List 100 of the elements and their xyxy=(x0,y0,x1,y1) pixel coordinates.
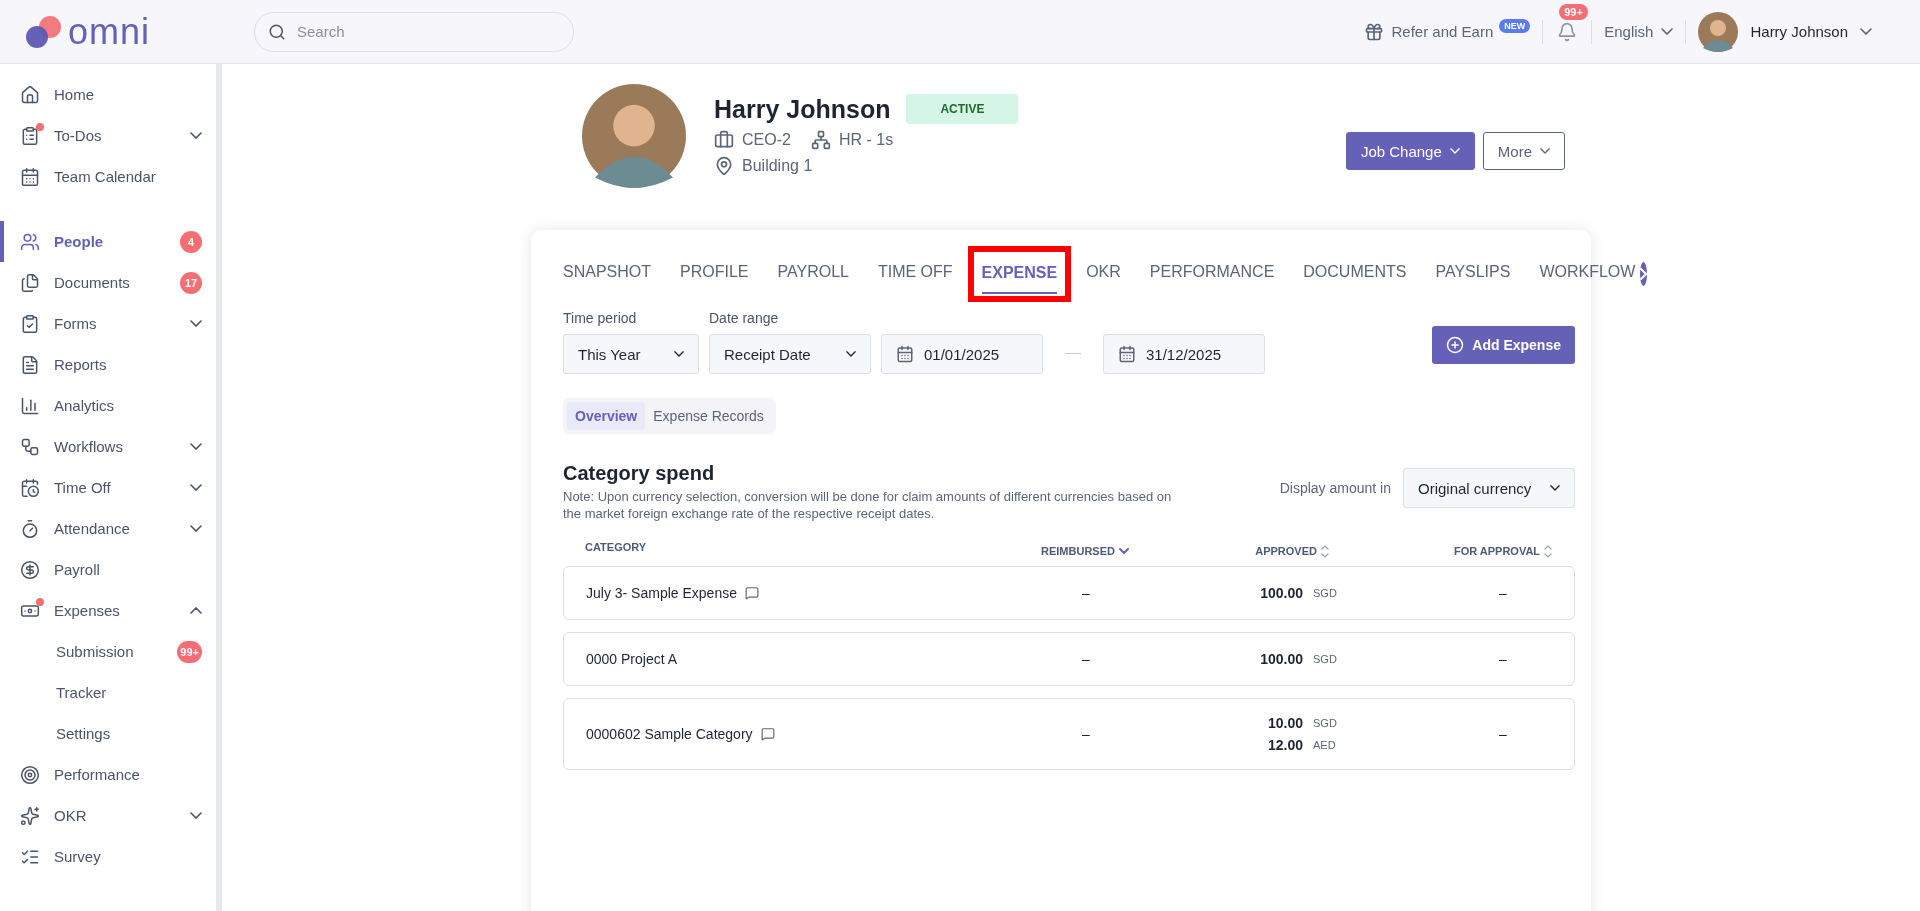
tab[interactable]: PAYSLIPS xyxy=(1435,255,1511,293)
search-icon xyxy=(268,22,286,41)
sidebar-item[interactable]: Reports xyxy=(0,344,216,385)
count-badge: 99+ xyxy=(1559,3,1588,20)
for-approval-value: – xyxy=(1498,584,1508,601)
sidebar-item[interactable]: Forms xyxy=(0,303,216,344)
chevron-icon xyxy=(1550,485,1560,491)
reimbursed-value: – xyxy=(1081,650,1091,667)
reimbursed-value: – xyxy=(1081,584,1091,601)
currency: AED xyxy=(1313,738,1337,751)
tab[interactable]: DOCUMENTS xyxy=(1303,255,1407,293)
currency: SGD xyxy=(1313,586,1338,599)
field-label: Date range xyxy=(709,310,780,326)
tab[interactable]: PROFILE xyxy=(680,255,749,293)
currency-select[interactable]: Original currency xyxy=(1403,468,1575,508)
currency: SGD xyxy=(1313,716,1338,729)
date-field[interactable]: 31/12/2025 xyxy=(1103,334,1265,374)
search-field[interactable]: Search xyxy=(254,11,574,52)
sparkle-icon xyxy=(20,805,40,826)
location-pin-icon xyxy=(714,156,734,176)
view-tab[interactable]: Overview xyxy=(567,402,646,430)
tab[interactable]: WORKFLOW xyxy=(1539,255,1636,293)
plus-circle-icon xyxy=(1446,336,1465,354)
sidebar-item[interactable]: People 4 xyxy=(0,221,216,262)
sidebar-item[interactable]: Documents 17 xyxy=(0,262,216,303)
sidebar-item[interactable]: To-Dos xyxy=(0,115,216,156)
logo-icon xyxy=(24,14,64,49)
category-name: 0000602 Sample Category xyxy=(586,725,986,742)
briefcase-icon xyxy=(714,130,734,150)
chevron-icon xyxy=(674,351,684,357)
home-icon xyxy=(20,84,40,105)
chevron-icon xyxy=(1449,148,1460,154)
bell-icon xyxy=(1557,21,1578,42)
sidebar-item[interactable]: Submission 99+ xyxy=(0,631,216,672)
category-name: 0000 Project A xyxy=(586,650,679,667)
column-header[interactable]: APPROVED xyxy=(1185,536,1453,558)
dollar-icon xyxy=(20,559,40,580)
calendar-icon xyxy=(1118,345,1136,363)
sidebar-item[interactable]: Payroll xyxy=(0,549,216,590)
sidebar-item[interactable]: Home xyxy=(0,74,216,115)
date-range-select[interactable]: Receipt Date xyxy=(709,334,871,374)
calendar-clock-icon xyxy=(20,477,40,498)
chevron-icon xyxy=(846,351,856,357)
sidebar-item[interactable]: Analytics xyxy=(0,385,216,426)
bar-chart-icon xyxy=(20,395,40,416)
tab[interactable]: EXPENSE xyxy=(981,256,1058,294)
count-badge: 17 xyxy=(180,271,202,294)
tab[interactable]: OKR xyxy=(1086,255,1121,293)
language-select[interactable]: English xyxy=(1604,23,1674,40)
checklist-icon xyxy=(20,125,40,146)
chevron-icon xyxy=(1860,28,1872,35)
column-header[interactable]: FOR APPROVAL xyxy=(1453,536,1553,558)
tab[interactable]: TIME OFF xyxy=(877,255,953,293)
chevron-icon xyxy=(1661,28,1674,35)
tab[interactable]: SNAPSHOT xyxy=(563,255,651,293)
column-header[interactable]: REIMBURSED xyxy=(985,536,1185,558)
gift-icon xyxy=(1363,21,1384,42)
count-badge: 99+ xyxy=(177,640,202,663)
amount: 10.00 xyxy=(1267,714,1303,731)
scroll-right-button[interactable] xyxy=(1640,262,1648,286)
clipboard-icon xyxy=(20,313,40,334)
location-text: Building 1 xyxy=(742,157,813,175)
hierarchy-icon xyxy=(810,130,831,150)
new-badge: NEW xyxy=(1499,18,1531,33)
refer-link[interactable]: Refer and Earn xyxy=(1363,21,1494,42)
sidebar-item[interactable]: Survey xyxy=(0,836,216,877)
amount: 100.00 xyxy=(1260,650,1303,667)
add-expense-button[interactable]: Add Expense xyxy=(1432,326,1575,364)
date-field[interactable]: 01/01/2025 xyxy=(881,334,1043,374)
logo-text: omni xyxy=(68,10,151,53)
category-name: July 3- Sample Expense xyxy=(586,584,986,601)
sidebar-item[interactable]: OKR xyxy=(0,795,216,836)
section-title: Category spend xyxy=(563,462,716,485)
amount: 12.00 xyxy=(1267,736,1303,753)
target-icon xyxy=(20,764,40,785)
people-icon xyxy=(20,231,40,252)
for-approval-value: – xyxy=(1498,650,1508,667)
sidebar-item[interactable]: Settings xyxy=(0,713,216,754)
tab[interactable]: PAYROLL xyxy=(777,255,849,293)
secondary-button[interactable]: More xyxy=(1482,132,1565,170)
primary-button[interactable]: Job Change xyxy=(1345,132,1475,170)
sidebar-item[interactable]: Attendance xyxy=(0,508,216,549)
status-badge: ACTIVE xyxy=(906,94,1019,124)
sidebar-item[interactable]: Performance xyxy=(0,754,216,795)
sidebar-item[interactable]: Time Off xyxy=(0,467,216,508)
calendar-icon xyxy=(896,345,914,363)
sidebar-item[interactable]: Tracker xyxy=(0,672,216,713)
sidebar-item[interactable]: Workflows xyxy=(0,426,216,467)
tab[interactable]: PERFORMANCE xyxy=(1149,255,1275,293)
time-period-select[interactable]: This Year xyxy=(563,334,699,374)
view-tab[interactable]: Expense Records xyxy=(645,402,772,430)
flow-icon xyxy=(20,436,40,457)
calendar-icon xyxy=(20,166,40,187)
sidebar-item[interactable]: Team Calendar xyxy=(0,156,216,197)
field-label: Display amount in xyxy=(1279,480,1391,496)
sidebar-item[interactable]: Expenses xyxy=(0,590,216,631)
user-name: Harry Johnson xyxy=(1750,23,1848,40)
document-icon xyxy=(20,354,40,375)
amount: 100.00 xyxy=(1260,584,1303,601)
column-header: CATEGORY xyxy=(585,540,648,556)
